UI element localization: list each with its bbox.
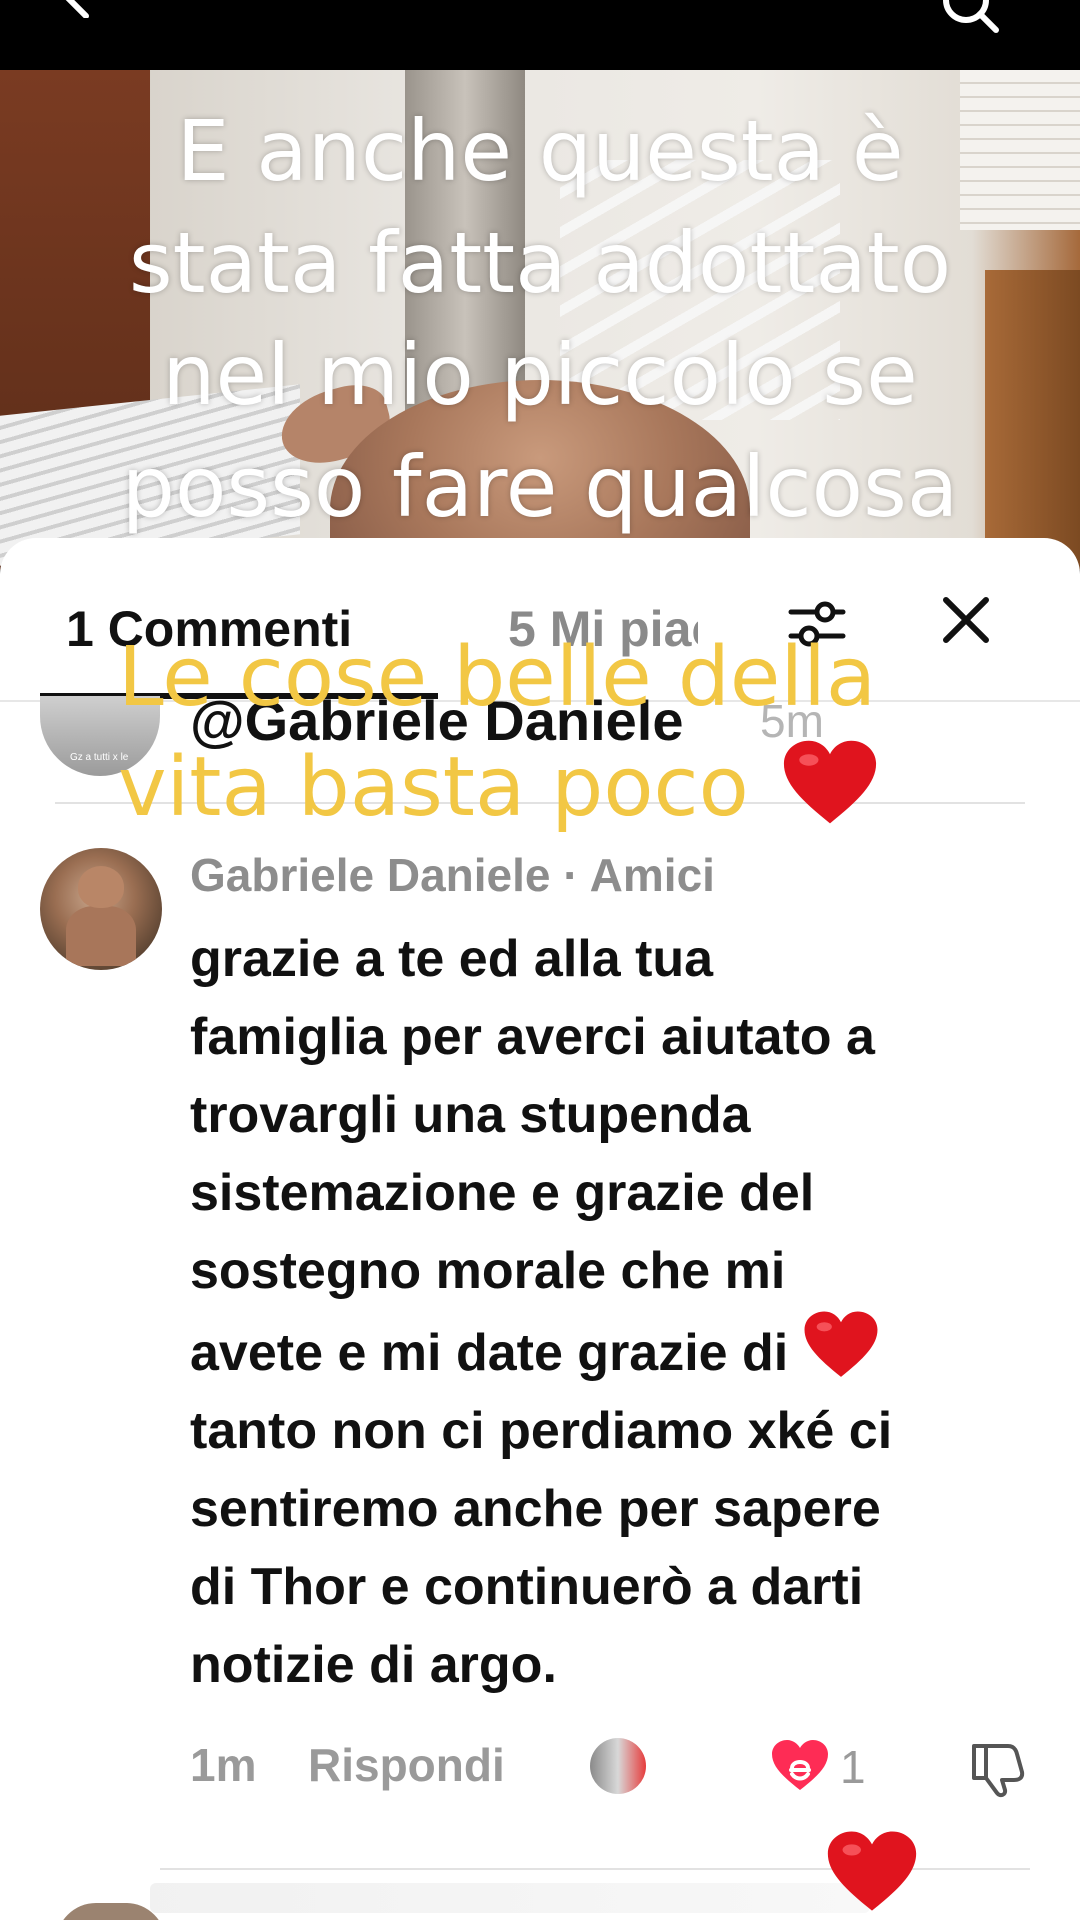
comments-sheet: 1 Commenti 5 Mi piac Gz a tutti x le @Ga… xyxy=(0,538,1080,1920)
comment-author-relation: · Amici xyxy=(563,849,715,901)
search-icon[interactable] xyxy=(940,0,1000,34)
avatar-dog-body xyxy=(66,906,136,966)
sticker-text: Le cose belle della vita basta poco xyxy=(118,630,877,835)
comment-text-part1: grazie a te ed alla tua famiglia per ave… xyxy=(190,930,875,1382)
creator-liked-avatar xyxy=(590,1738,646,1794)
avatar[interactable] xyxy=(40,848,162,970)
thumbs-down-icon[interactable] xyxy=(968,1738,1030,1798)
next-comment-preview xyxy=(150,1883,870,1913)
heart-like-icon[interactable] xyxy=(770,1738,830,1794)
video-caption-overlay: E anche questa è stata fatta adottato ne… xyxy=(121,102,959,536)
comment-author-name[interactable]: Gabriele Daniele xyxy=(190,849,551,901)
top-bar xyxy=(0,0,1080,70)
comment-time: 1m xyxy=(190,1739,257,1791)
reply-button[interactable]: Rispondi xyxy=(308,1738,505,1792)
back-arrow-icon[interactable] xyxy=(56,0,96,18)
comment-actions: 1m Rispondi 1 xyxy=(0,1738,1080,1828)
comment-text: grazie a te ed alla tua famiglia per ave… xyxy=(190,920,1050,1704)
avatar-dog-head xyxy=(78,866,124,908)
close-icon[interactable] xyxy=(940,594,992,646)
heart-emoji-icon xyxy=(783,740,877,824)
like-count: 1 xyxy=(840,1741,866,1793)
heart-emoji-icon xyxy=(804,1311,878,1377)
comment-text-part2: tanto non ci perdiamo xké ci sentiremo a… xyxy=(190,1402,893,1694)
comment-author[interactable]: Gabriele Daniele · Amici xyxy=(190,848,715,902)
heart-emoji-icon xyxy=(827,1831,917,1911)
